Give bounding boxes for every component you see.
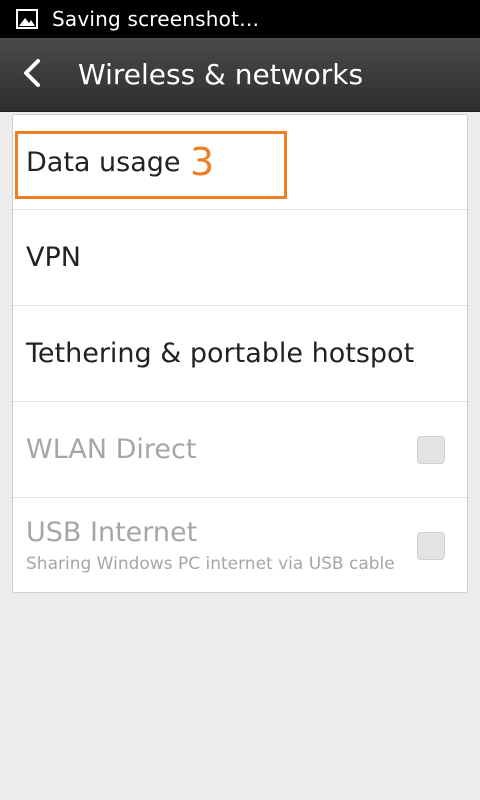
page-title: Wireless & networks — [78, 58, 364, 91]
status-bar: Saving screenshot… — [0, 0, 480, 38]
image-icon — [16, 9, 38, 29]
setting-wlan-direct[interactable]: WLAN Direct — [13, 402, 467, 498]
setting-label: WLAN Direct — [26, 434, 197, 465]
setting-label: Tethering & portable hotspot — [26, 338, 415, 369]
action-bar: Wireless & networks — [0, 38, 480, 112]
usb-internet-checkbox[interactable] — [417, 531, 445, 560]
wlan-direct-checkbox[interactable] — [417, 435, 445, 464]
chevron-left-icon — [20, 57, 44, 93]
setting-label: VPN — [26, 242, 81, 273]
setting-subtitle: Sharing Windows PC internet via USB cabl… — [26, 554, 395, 574]
status-text: Saving screenshot… — [52, 7, 260, 31]
setting-vpn[interactable]: VPN — [13, 210, 467, 306]
setting-label: USB Internet — [26, 517, 198, 548]
back-button[interactable] — [0, 38, 64, 112]
annotation-step-number: 3 — [190, 140, 215, 184]
annotation-highlight-box — [15, 131, 287, 199]
setting-tethering[interactable]: Tethering & portable hotspot — [13, 306, 467, 402]
setting-usb-internet[interactable]: USB Internet Sharing Windows PC internet… — [13, 498, 467, 593]
